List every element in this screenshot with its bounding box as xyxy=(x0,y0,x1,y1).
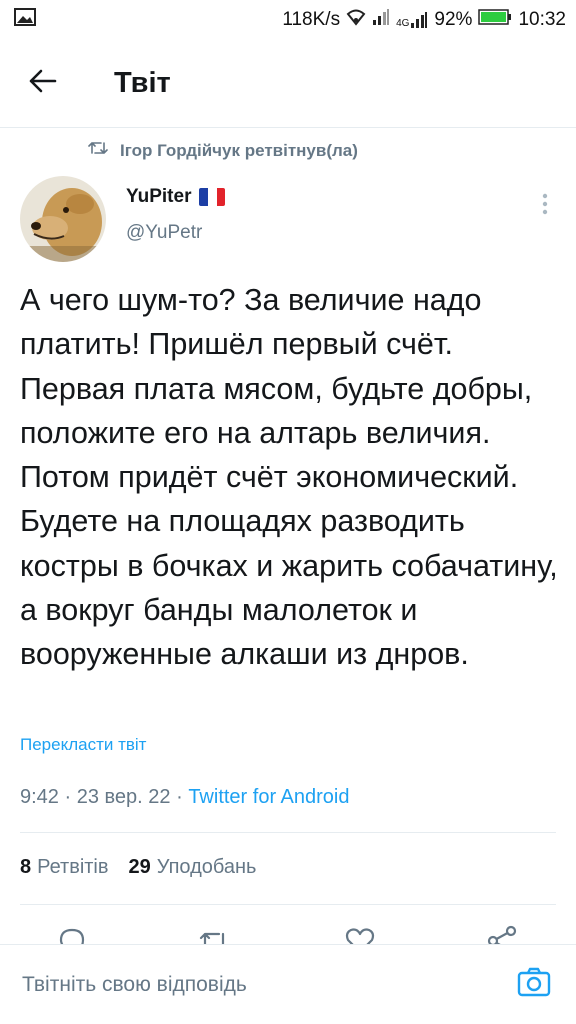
translate-tweet-link[interactable]: Перекласти твіт xyxy=(20,735,146,755)
retweet-icon xyxy=(197,924,231,946)
share-button[interactable] xyxy=(482,924,522,946)
tweet-meta: 9:42 · 23 вер. 22 · Twitter for Android xyxy=(20,786,350,808)
retweet-button[interactable] xyxy=(194,924,234,946)
camera-icon xyxy=(517,966,551,1003)
tweet-time: 9:42 xyxy=(20,786,59,808)
display-name[interactable]: YuPiter xyxy=(126,186,191,208)
app-header: Твіт xyxy=(0,40,576,128)
reply-bar: Твітніть свою відповідь xyxy=(0,944,576,1024)
tweet-actions xyxy=(0,924,576,946)
tweet-text: А чего шум-то? За величие надо платить! … xyxy=(20,283,558,672)
wifi-icon xyxy=(346,8,366,32)
avatar[interactable] xyxy=(20,176,106,262)
divider xyxy=(20,904,556,905)
reply-button[interactable] xyxy=(52,924,92,946)
signal-icon xyxy=(372,8,390,32)
arrow-left-icon xyxy=(29,69,57,98)
network-speed: 118K/s xyxy=(282,9,341,30)
author-names: YuPiter @YuPetr xyxy=(126,176,226,266)
tweet-stats: 8 Ретвітів 29 Уподобань xyxy=(20,856,256,879)
reply-icon xyxy=(55,924,89,946)
divider xyxy=(20,832,556,833)
retweeted-by-text: Ігор Гордійчук ретвітнув(ла) xyxy=(120,140,358,160)
france-flag-icon xyxy=(199,188,226,206)
more-vertical-icon xyxy=(542,193,548,220)
tweet-source-link[interactable]: Twitter for Android xyxy=(188,786,349,808)
tweet-date: 23 вер. 22 xyxy=(76,786,171,808)
image-icon xyxy=(14,8,36,32)
user-handle[interactable]: @YuPetr xyxy=(126,222,225,244)
battery-percent: 92% xyxy=(434,9,473,30)
clock: 10:32 xyxy=(518,9,566,30)
camera-button[interactable] xyxy=(512,963,556,1007)
author-row: YuPiter @YuPetr xyxy=(20,176,560,266)
status-bar: 118K/s 4G 92% 10:32 xyxy=(0,0,576,40)
battery-icon xyxy=(478,8,512,32)
more-options-button[interactable] xyxy=(530,186,560,226)
share-icon xyxy=(485,924,519,946)
page-title: Твіт xyxy=(114,67,171,99)
likes-stat[interactable]: 29 Уподобань xyxy=(129,856,257,879)
like-icon xyxy=(343,924,377,946)
back-button[interactable] xyxy=(18,59,68,109)
reply-input[interactable]: Твітніть свою відповідь xyxy=(22,973,512,997)
signal-4g-icon: 4G xyxy=(396,11,428,29)
retweet-context[interactable]: Ігор Гордійчук ретвітнув(ла) xyxy=(88,140,358,161)
retweets-stat[interactable]: 8 Ретвітів xyxy=(20,856,109,879)
like-button[interactable] xyxy=(340,924,380,946)
retweet-icon xyxy=(88,140,108,161)
